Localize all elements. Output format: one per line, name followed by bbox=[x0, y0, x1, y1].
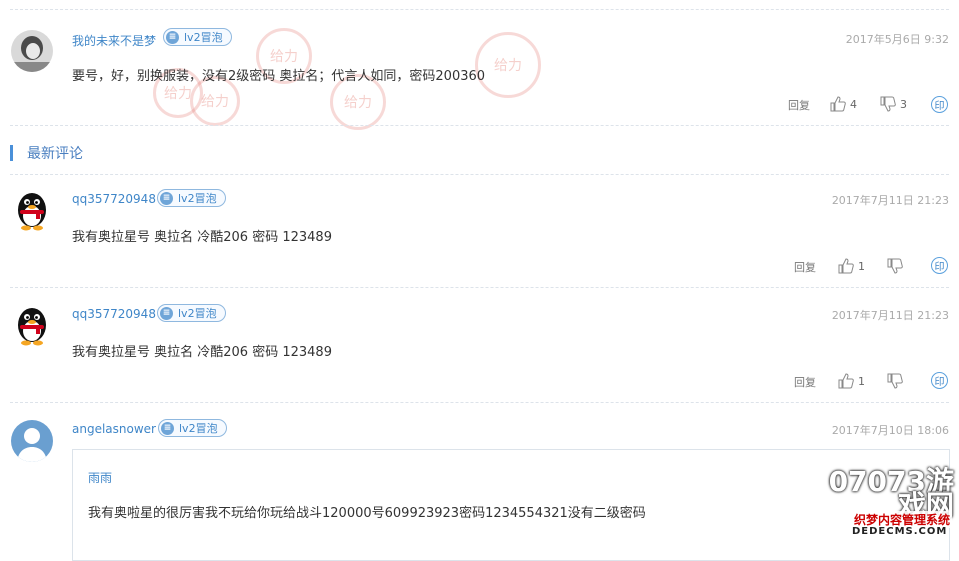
thumbs-down-icon bbox=[887, 258, 903, 274]
avatar[interactable] bbox=[11, 190, 53, 232]
section-title: 最新评论 bbox=[27, 146, 83, 162]
comment-date: 2017年7月11日 21:23 bbox=[831, 309, 949, 322]
comment-date: 2017年7月10日 18:06 bbox=[831, 424, 949, 437]
thumbs-up-icon bbox=[838, 373, 854, 389]
username-link[interactable]: 我的未来不是梦 bbox=[72, 32, 156, 49]
comment-text: 要号，好，别换服装，没有2级密码 奥拉名；代言人如同，密码200360 bbox=[72, 69, 486, 84]
comment-date: 2017年7月11日 21:23 bbox=[831, 194, 949, 207]
thumbs-down-icon bbox=[887, 373, 903, 389]
divider bbox=[10, 174, 949, 175]
reply-button[interactable]: 回复 bbox=[788, 97, 810, 113]
username-link[interactable]: qq357720948 bbox=[72, 192, 156, 206]
print-button[interactable]: 印 bbox=[931, 257, 948, 274]
dislike-button[interactable] bbox=[887, 258, 907, 274]
reply-button[interactable]: 回复 bbox=[794, 374, 816, 390]
watermark-domain: DEDECMS.COM bbox=[852, 526, 948, 537]
stamp-text: 给力 bbox=[270, 49, 298, 65]
section-accent-bar bbox=[10, 145, 13, 161]
divider bbox=[10, 125, 949, 126]
comment-date: 2017年5月6日 9:32 bbox=[845, 33, 949, 46]
level-badge: ≡ lv2冒泡 bbox=[157, 189, 226, 207]
quote-text: 我有奥啦星的很厉害我不玩给你玩给战斗120000号609923923密码1234… bbox=[88, 506, 646, 521]
thumbs-down-icon bbox=[880, 96, 896, 112]
section-header: 最新评论 bbox=[10, 144, 83, 162]
thumbs-up-icon bbox=[838, 258, 854, 274]
default-avatar-icon bbox=[11, 420, 53, 462]
watermark: 07073游戏网 织梦内容管理系统 DEDECMS.COM bbox=[826, 466, 956, 542]
level-icon: ≡ bbox=[161, 421, 174, 435]
print-button[interactable]: 印 bbox=[931, 372, 948, 389]
like-button[interactable]: 1 bbox=[838, 258, 865, 274]
like-button[interactable]: 4 bbox=[830, 96, 857, 112]
badge-label: lv2冒泡 bbox=[178, 192, 217, 205]
badge-label: lv2冒泡 bbox=[178, 307, 217, 320]
print-icon: 印 bbox=[934, 262, 945, 273]
thumbs-up-icon bbox=[830, 96, 846, 112]
photo-avatar-icon bbox=[11, 30, 53, 72]
avatar[interactable] bbox=[11, 420, 53, 462]
stamp-text: 给力 bbox=[164, 86, 192, 102]
level-badge: ≡ lv2冒泡 bbox=[157, 304, 226, 322]
divider bbox=[10, 9, 949, 10]
level-badge: ≡ lv2冒泡 bbox=[158, 419, 227, 437]
reply-button[interactable]: 回复 bbox=[794, 259, 816, 275]
stamp-text: 给力 bbox=[494, 58, 522, 74]
like-count: 4 bbox=[850, 97, 857, 111]
print-icon: 印 bbox=[934, 377, 945, 388]
like-count: 1 bbox=[858, 374, 865, 388]
avatar[interactable] bbox=[11, 30, 53, 72]
divider bbox=[10, 287, 949, 288]
level-icon: ≡ bbox=[160, 191, 173, 205]
dislike-button[interactable] bbox=[887, 373, 907, 389]
dislike-button[interactable]: 3 bbox=[880, 96, 907, 112]
comment-text: 我有奥拉星号 奥拉名 冷酷206 密码 123489 bbox=[72, 230, 332, 245]
print-button[interactable]: 印 bbox=[931, 96, 948, 113]
username-link[interactable]: angelasnower bbox=[72, 422, 156, 436]
quote-author-link[interactable]: 雨雨 bbox=[88, 469, 112, 486]
like-button[interactable]: 1 bbox=[838, 373, 865, 389]
comment-text: 我有奥拉星号 奥拉名 冷酷206 密码 123489 bbox=[72, 345, 332, 360]
stamp-text: 给力 bbox=[201, 94, 229, 110]
quoted-reply: 雨雨 我有奥啦星的很厉害我不玩给你玩给战斗120000号609923923密码1… bbox=[72, 449, 950, 561]
like-count: 1 bbox=[858, 259, 865, 273]
avatar[interactable] bbox=[11, 305, 53, 347]
username-link[interactable]: qq357720948 bbox=[72, 307, 156, 321]
level-icon: ≡ bbox=[166, 30, 179, 44]
badge-label: lv2冒泡 bbox=[184, 31, 223, 44]
divider bbox=[10, 402, 949, 403]
print-icon: 印 bbox=[934, 101, 945, 112]
qq-penguin-icon bbox=[11, 305, 53, 347]
badge-label: lv2冒泡 bbox=[179, 422, 218, 435]
stamp-text: 给力 bbox=[344, 95, 372, 111]
dislike-count: 3 bbox=[900, 97, 907, 111]
level-icon: ≡ bbox=[160, 306, 173, 320]
qq-penguin-icon bbox=[11, 190, 53, 232]
level-badge: ≡ lv2冒泡 bbox=[163, 28, 232, 46]
